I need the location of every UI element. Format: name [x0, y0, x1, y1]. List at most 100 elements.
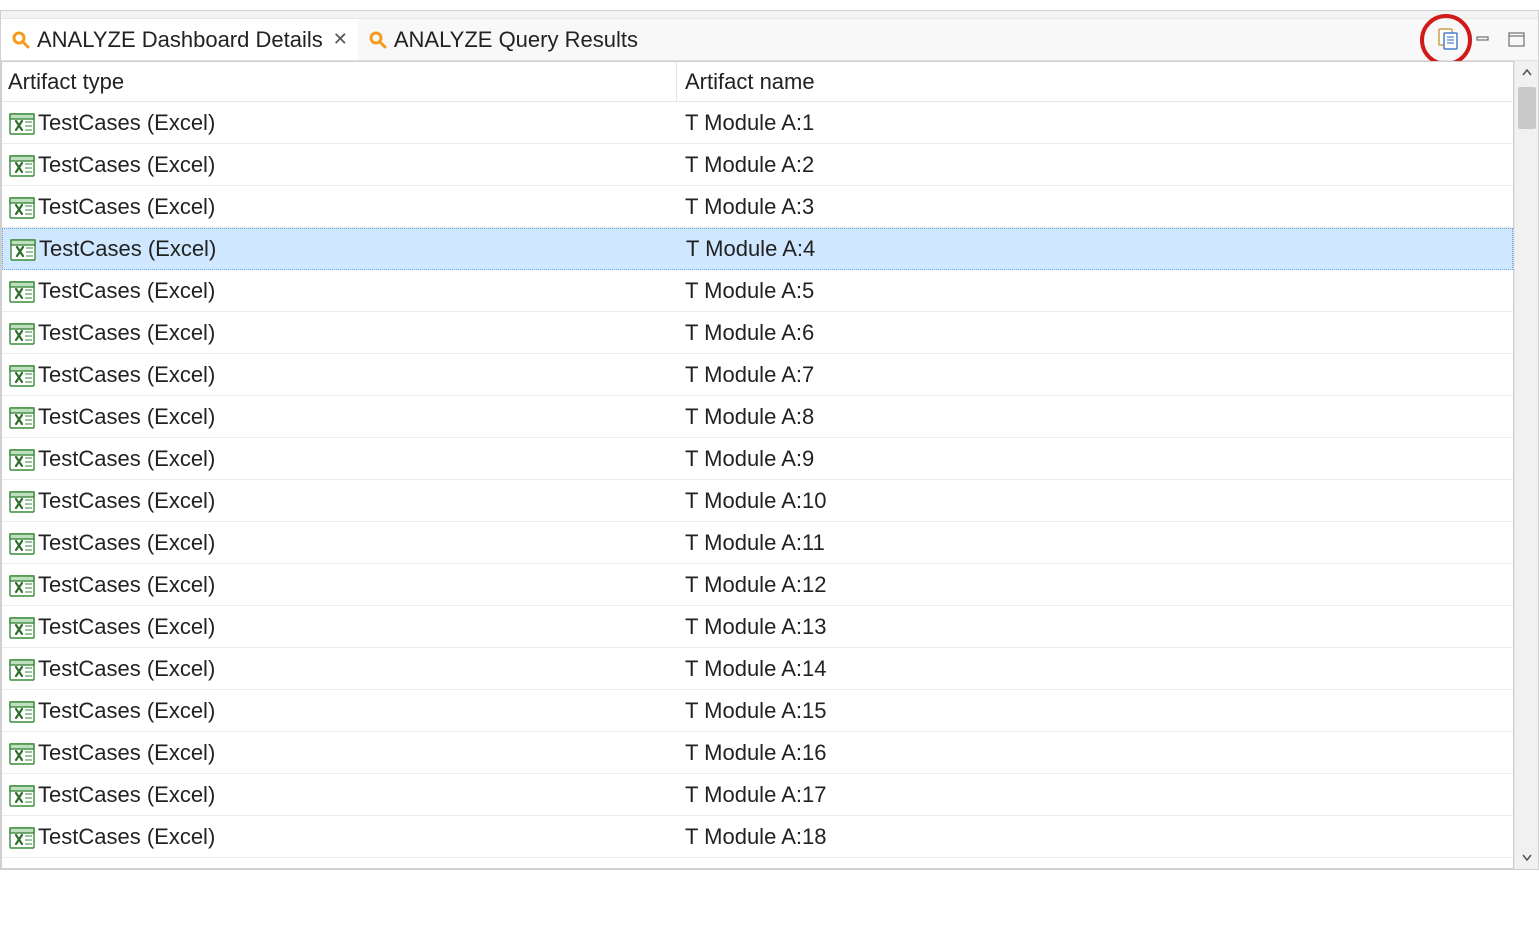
cell-artifact-type: TestCases (Excel) — [2, 606, 677, 647]
table-row[interactable]: TestCases (Excel) T Module A:6 — [2, 312, 1513, 354]
search-icon — [368, 30, 388, 50]
artifact-name-text: T Module A:17 — [685, 782, 826, 808]
excel-icon — [8, 278, 36, 306]
cell-artifact-name: T Module A:18 — [677, 816, 1513, 857]
tab-dashboard-details[interactable]: ANALYZE Dashboard Details ✕ — [1, 19, 358, 60]
artifact-name-text: T Module A:15 — [685, 698, 826, 724]
table-row[interactable]: TestCases (Excel) T Module A:3 — [2, 186, 1513, 228]
artifact-name-text: T Module A:14 — [685, 656, 826, 682]
excel-icon — [8, 572, 36, 600]
vertical-scrollbar[interactable] — [1514, 61, 1538, 869]
scroll-down-icon[interactable] — [1515, 845, 1538, 869]
excel-icon — [8, 488, 36, 516]
cell-artifact-type: TestCases (Excel) — [2, 522, 677, 563]
table-row[interactable]: TestCases (Excel) T Module A:8 — [2, 396, 1513, 438]
artifact-name-text: T Module A:9 — [685, 446, 814, 472]
table-row[interactable]: TestCases (Excel) T Module A:16 — [2, 732, 1513, 774]
cell-artifact-type: TestCases (Excel) — [2, 102, 677, 143]
excel-icon — [8, 404, 36, 432]
column-header-type[interactable]: Artifact type — [2, 62, 677, 101]
artifact-name-text: T Module A:13 — [685, 614, 826, 640]
excel-icon — [8, 194, 36, 222]
cell-artifact-type: TestCases (Excel) — [2, 564, 677, 605]
excel-icon — [8, 446, 36, 474]
column-header-label: Artifact name — [685, 69, 815, 95]
excel-icon — [8, 698, 36, 726]
cell-artifact-name: T Module A:16 — [677, 732, 1513, 773]
excel-icon — [8, 740, 36, 768]
cell-artifact-name: T Module A:10 — [677, 480, 1513, 521]
excel-icon — [8, 782, 36, 810]
excel-icon — [9, 236, 37, 264]
table-row[interactable]: TestCases (Excel)T Module A:1 — [2, 102, 1513, 144]
table-row[interactable]: TestCases (Excel) T Module A:14 — [2, 648, 1513, 690]
artifact-type-text: TestCases (Excel) — [38, 278, 215, 304]
table-row[interactable]: TestCases (Excel) T Module A:15 — [2, 690, 1513, 732]
artifact-type-text: TestCases (Excel) — [39, 236, 216, 262]
excel-icon — [8, 614, 36, 642]
maximize-icon[interactable] — [1508, 31, 1526, 49]
cell-artifact-name: T Module A:5 — [677, 270, 1513, 311]
artifact-type-text: TestCases (Excel) — [38, 782, 215, 808]
artifact-type-text: TestCases (Excel) — [38, 404, 215, 430]
cell-artifact-type: TestCases (Excel) — [2, 648, 677, 689]
scroll-thumb[interactable] — [1518, 87, 1536, 129]
cell-artifact-type: TestCases (Excel) — [2, 690, 677, 731]
minimize-icon[interactable] — [1476, 31, 1494, 49]
artifact-name-text: T Module A:2 — [685, 152, 814, 178]
artifact-type-text: TestCases (Excel) — [38, 572, 215, 598]
artifact-type-text: TestCases (Excel) — [38, 530, 215, 556]
cell-artifact-name: T Module A:3 — [677, 186, 1513, 227]
copy-icon[interactable] — [1436, 27, 1462, 53]
artifact-type-text: TestCases (Excel) — [38, 698, 215, 724]
artifact-type-text: TestCases (Excel) — [38, 152, 215, 178]
cell-artifact-type: TestCases (Excel) — [2, 312, 677, 353]
artifact-name-text: T Module A:6 — [685, 320, 814, 346]
tab-label: ANALYZE Dashboard Details — [37, 27, 323, 53]
artifact-type-text: TestCases (Excel) — [38, 824, 215, 850]
table-row[interactable]: TestCases (Excel)T Module A:7 — [2, 354, 1513, 396]
cell-artifact-name: T Module A:4 — [678, 229, 1512, 269]
table-row[interactable]: TestCases (Excel) T Module A:9 — [2, 438, 1513, 480]
artifact-type-text: TestCases (Excel) — [38, 446, 215, 472]
cell-artifact-name: T Module A:2 — [677, 144, 1513, 185]
artifact-name-text: T Module A:16 — [685, 740, 826, 766]
artifact-type-text: TestCases (Excel) — [38, 362, 215, 388]
tab-query-results[interactable]: ANALYZE Query Results — [358, 19, 648, 60]
cell-artifact-type: TestCases (Excel) — [2, 774, 677, 815]
table-row[interactable]: TestCases (Excel) T Module A:17 — [2, 774, 1513, 816]
tab-label: ANALYZE Query Results — [394, 27, 638, 53]
table-row[interactable]: TestCases (Excel) T Module A:4 — [2, 228, 1513, 270]
excel-icon — [8, 152, 36, 180]
cell-artifact-name: T Module A:6 — [677, 312, 1513, 353]
table-row[interactable]: TestCases (Excel) T Module A:12 — [2, 564, 1513, 606]
table-row[interactable]: TestCases (Excel) T Module A:2 — [2, 144, 1513, 186]
excel-icon — [8, 656, 36, 684]
table-row[interactable]: TestCases (Excel) T Module A:18 — [2, 816, 1513, 858]
cell-artifact-type: TestCases (Excel) — [2, 480, 677, 521]
cell-artifact-type: TestCases (Excel) — [2, 270, 677, 311]
table-row[interactable]: TestCases (Excel) T Module A:5 — [2, 270, 1513, 312]
scroll-up-icon[interactable] — [1515, 61, 1538, 85]
artifact-name-text: T Module A:12 — [685, 572, 826, 598]
cell-artifact-type: TestCases (Excel) — [2, 816, 677, 857]
excel-icon — [8, 362, 36, 390]
cell-artifact-name: T Module A:1 — [677, 102, 1513, 143]
artifact-type-text: TestCases (Excel) — [38, 614, 215, 640]
panel: ANALYZE Dashboard Details ✕ ANALYZE Quer… — [0, 10, 1539, 870]
cell-artifact-name: T Module A:8 — [677, 396, 1513, 437]
artifact-type-text: TestCases (Excel) — [38, 740, 215, 766]
results-table: Artifact type Artifact name TestCases (E… — [1, 61, 1514, 869]
table-row[interactable]: TestCases (Excel) T Module A:13 — [2, 606, 1513, 648]
cell-artifact-type: TestCases (Excel) — [3, 229, 678, 269]
cell-artifact-type: TestCases (Excel) — [2, 186, 677, 227]
close-icon[interactable]: ✕ — [333, 29, 348, 50]
column-header-name[interactable]: Artifact name — [677, 62, 1513, 101]
cell-artifact-name: T Module A:13 — [677, 606, 1513, 647]
table-row[interactable]: TestCases (Excel)T Module A:10 — [2, 480, 1513, 522]
cell-artifact-name: T Module A:14 — [677, 648, 1513, 689]
excel-icon — [8, 530, 36, 558]
excel-icon — [8, 110, 36, 138]
table-row[interactable]: TestCases (Excel)T Module A:11 — [2, 522, 1513, 564]
artifact-type-text: TestCases (Excel) — [38, 194, 215, 220]
